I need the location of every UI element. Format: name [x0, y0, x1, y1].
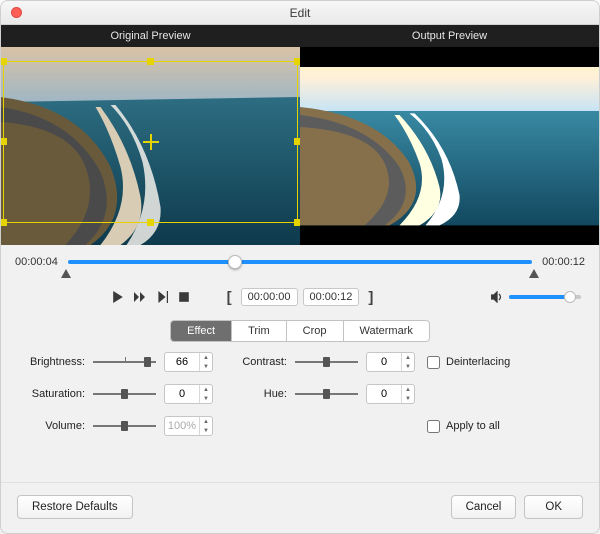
effect-volume-stepper[interactable]: ▲▼ — [164, 416, 213, 436]
speaker-icon[interactable] — [490, 291, 503, 304]
fast-forward-button[interactable] — [133, 291, 146, 304]
deinterlacing-checkbox[interactable] — [427, 356, 440, 369]
contrast-row: Contrast: ▲▼ — [225, 352, 415, 372]
stop-button[interactable] — [177, 291, 190, 304]
set-start-button[interactable]: [ — [223, 289, 236, 306]
ok-button[interactable]: OK — [524, 495, 583, 519]
saturation-stepper[interactable]: ▲▼ — [164, 384, 213, 404]
output-preview-label: Output Preview — [300, 25, 599, 47]
effect-panel: Brightness: ▲▼ Contrast: ▲▼ Deinterlacin… — [1, 352, 599, 436]
contrast-stepper[interactable]: ▲▼ — [366, 352, 415, 372]
output-preview — [300, 47, 599, 245]
tab-effect[interactable]: Effect — [171, 321, 232, 341]
effect-tabs: Effect Trim Crop Watermark — [170, 320, 430, 342]
brightness-row: Brightness: ▲▼ — [23, 352, 213, 372]
time-current: 00:00:04 — [15, 256, 58, 268]
window-title: Edit — [1, 6, 599, 20]
brightness-slider[interactable] — [93, 354, 156, 370]
hue-slider[interactable] — [295, 386, 358, 402]
saturation-label: Saturation: — [23, 388, 85, 400]
titlebar: Edit — [1, 1, 599, 25]
set-end-button[interactable]: ] — [364, 289, 377, 306]
brightness-label: Brightness: — [23, 356, 85, 368]
range-end[interactable]: 00:00:12 — [303, 288, 360, 306]
apply-all-row: Apply to all — [427, 416, 577, 436]
trim-start-marker[interactable] — [61, 269, 71, 278]
deinterlacing-row: Deinterlacing — [427, 352, 577, 372]
range-start[interactable]: 00:00:00 — [241, 288, 298, 306]
effect-volume-slider[interactable] — [93, 418, 156, 434]
cancel-button[interactable]: Cancel — [451, 495, 517, 519]
play-button[interactable] — [111, 291, 124, 304]
timeline: 00:00:04 00:00:12 — [1, 245, 599, 269]
trim-end-marker[interactable] — [529, 269, 539, 278]
next-frame-button[interactable] — [155, 291, 168, 304]
tab-crop[interactable]: Crop — [287, 321, 344, 341]
original-preview[interactable] — [1, 47, 300, 245]
dialog-footer: Restore Defaults Cancel OK — [1, 482, 599, 533]
transport: [ 00:00:00 00:00:12 ] — [1, 284, 599, 316]
volume-slider[interactable] — [509, 291, 581, 303]
hue-row: Hue: ▲▼ — [225, 384, 415, 404]
apply-all-checkbox[interactable] — [427, 420, 440, 433]
saturation-row: Saturation: ▲▼ — [23, 384, 213, 404]
hue-stepper[interactable]: ▲▼ — [366, 384, 415, 404]
preview-header: Original Preview Output Preview — [1, 25, 599, 47]
timeline-playhead[interactable] — [228, 255, 242, 269]
close-icon[interactable] — [11, 7, 22, 18]
volume-label: Volume: — [23, 420, 85, 432]
preview-area — [1, 47, 599, 245]
edit-window: Edit Original Preview Output Preview — [0, 0, 600, 534]
restore-defaults-button[interactable]: Restore Defaults — [17, 495, 133, 519]
hue-label: Hue: — [225, 388, 287, 400]
brightness-stepper[interactable]: ▲▼ — [164, 352, 213, 372]
apply-all-label: Apply to all — [446, 420, 500, 432]
tab-trim[interactable]: Trim — [232, 321, 287, 341]
original-preview-label: Original Preview — [1, 25, 300, 47]
contrast-label: Contrast: — [225, 356, 287, 368]
contrast-slider[interactable] — [295, 354, 358, 370]
time-total: 00:00:12 — [542, 256, 585, 268]
tab-watermark[interactable]: Watermark — [344, 321, 429, 341]
timeline-track[interactable] — [68, 255, 532, 269]
deinterlacing-label: Deinterlacing — [446, 356, 510, 368]
volume-row: Volume: ▲▼ — [23, 416, 213, 436]
saturation-slider[interactable] — [93, 386, 156, 402]
